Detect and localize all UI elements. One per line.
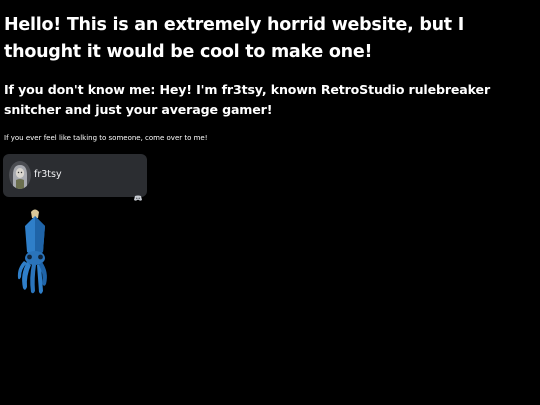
discord-icon xyxy=(134,186,142,201)
contact-note: If you ever feel like talking to someone… xyxy=(4,134,208,142)
intro-text: If you don't know me: Hey! I'm fr3tsy, k… xyxy=(4,82,490,117)
discord-profile-card[interactable]: fr3tsy xyxy=(3,154,147,201)
user-avatar xyxy=(9,161,31,189)
page-heading: Hello! This is an extremely horrid websi… xyxy=(4,15,465,62)
profile-username: fr3tsy xyxy=(34,169,62,180)
squid-mascot-icon xyxy=(14,208,54,296)
